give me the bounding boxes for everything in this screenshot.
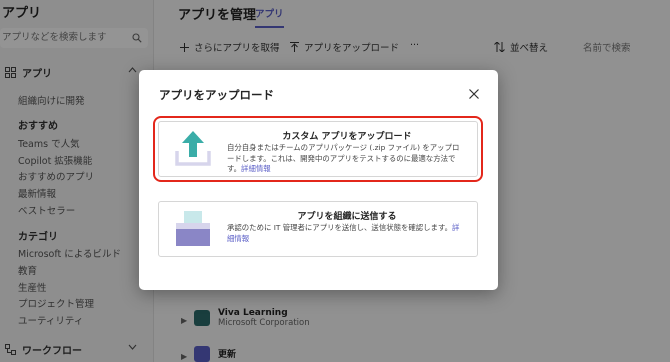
learn-more-link[interactable]: 詳細情報 (241, 164, 271, 173)
dialog-title: アプリをアップロード (159, 88, 274, 102)
option-title: アプリを組織に送信する (297, 212, 397, 222)
submit-app-to-org-option[interactable]: アプリを組織に送信する 承認のために IT 管理者にアプリを送信し、送信状態を確… (158, 201, 478, 257)
option-description: 自分自身またはチームのアプリパッケージ (.zip ファイル) をアップロードし… (227, 143, 465, 175)
close-icon[interactable] (468, 88, 480, 100)
option-description: 承認のために IT 管理者にアプリを送信し、送信状態を確認します。詳細情報 (227, 223, 465, 244)
upload-app-dialog: アプリをアップロード カスタム アプリをアップロード 自分自身またはチームのアプ… (139, 70, 498, 290)
upload-custom-app-option[interactable]: カスタム アプリをアップロード 自分自身またはチームのアプリパッケージ (.zi… (153, 116, 483, 182)
upload-arrow-icon (175, 131, 211, 166)
option-title: カスタム アプリをアップロード (282, 132, 412, 142)
submit-to-org-icon (176, 211, 210, 246)
option-description-text: 承認のために IT 管理者にアプリを送信し、送信状態を確認します。 (227, 223, 452, 232)
